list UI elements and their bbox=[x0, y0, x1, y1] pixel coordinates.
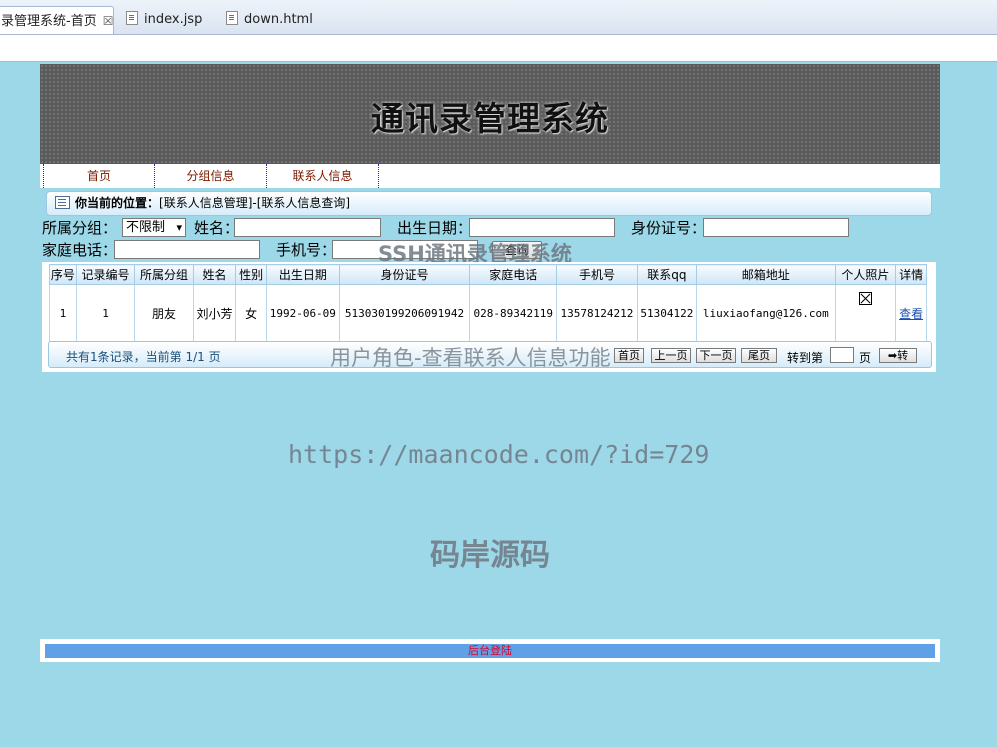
prev-page-button[interactable]: 上一页 bbox=[651, 348, 691, 363]
file-icon bbox=[226, 11, 238, 25]
col-header: 个人照片 bbox=[834, 264, 897, 285]
homephone-input[interactable] bbox=[114, 240, 260, 259]
cell-detail: 查看 bbox=[895, 284, 927, 342]
banner-title: 通讯录管理系统 bbox=[371, 99, 609, 138]
cell-photo bbox=[834, 284, 897, 342]
nav-item-groups[interactable]: 分组信息 bbox=[155, 164, 267, 188]
mobile-label: 手机号： bbox=[276, 241, 337, 259]
first-page-button[interactable]: 首页 bbox=[614, 348, 644, 363]
tab-home-label: 录管理系统-首页 bbox=[1, 14, 97, 29]
watermark-url: https://maancode.com/?id=729 bbox=[288, 440, 710, 469]
idcard-label: 身份证号： bbox=[631, 219, 707, 237]
cell-email: liuxiaofang@126.com bbox=[695, 284, 836, 342]
col-header: 姓名 bbox=[192, 264, 237, 285]
next-page-button[interactable]: 下一页 bbox=[696, 348, 736, 363]
group-select[interactable]: 不限制 ▾ bbox=[122, 218, 186, 237]
nav-item-home[interactable]: 首页 bbox=[43, 164, 155, 188]
tab-down-html[interactable]: down.html bbox=[220, 6, 319, 34]
name-input[interactable] bbox=[234, 218, 381, 237]
cell-mobile: 13578124212 bbox=[556, 284, 638, 342]
tab-home[interactable]: 录管理系统-首页 ☒ bbox=[0, 6, 114, 34]
chevron-down-icon: ▾ bbox=[176, 221, 182, 234]
watermark-subtitle: 用户角色-查看联系人信息功能 bbox=[330, 346, 611, 370]
tab-index-label: index.jsp bbox=[144, 12, 203, 27]
page-label: 页 bbox=[859, 351, 872, 365]
goto-page-input[interactable] bbox=[830, 347, 854, 363]
main-nav: 首页 分组信息 联系人信息 bbox=[40, 164, 940, 188]
goto-label: 转到第 bbox=[787, 351, 824, 365]
footer: 后台登陆 bbox=[40, 639, 940, 662]
list-icon bbox=[55, 196, 70, 209]
tab-down-label: down.html bbox=[244, 12, 313, 27]
search-row-1: 所属分组： 不限制 ▾ 姓名： 出生日期： 身份证号： bbox=[42, 217, 932, 239]
group-label: 所属分组： bbox=[42, 219, 118, 237]
cell-name: 刘小芳 bbox=[192, 284, 237, 342]
footer-bar: 后台登陆 bbox=[45, 644, 935, 658]
birth-label: 出生日期： bbox=[397, 219, 473, 237]
table-row: 1 1 朋友 刘小芳 女 1992-06-09 5130301992060919… bbox=[49, 284, 927, 342]
breadcrumb: 你当前的位置：[联系人信息管理]-[联系人信息查询] bbox=[46, 191, 932, 216]
view-detail-link[interactable]: 查看 bbox=[899, 307, 923, 321]
group-select-value: 不限制 bbox=[126, 220, 166, 235]
cell-idcard: 513030199206091942 bbox=[338, 284, 471, 342]
cell-gender: 女 bbox=[235, 284, 268, 342]
cell-group: 朋友 bbox=[134, 284, 194, 342]
col-header: 手机号 bbox=[556, 264, 638, 285]
col-header: 身份证号 bbox=[338, 264, 471, 285]
close-tab-icon[interactable]: ☒ bbox=[103, 14, 114, 28]
col-header: 邮箱地址 bbox=[695, 264, 836, 285]
breadcrumb-path: [联系人信息管理]-[联系人信息查询] bbox=[159, 196, 351, 210]
go-button[interactable]: ➡转 bbox=[879, 348, 917, 363]
nav-item-contacts[interactable]: 联系人信息 bbox=[267, 164, 379, 188]
col-header: 记录编号 bbox=[75, 264, 136, 285]
name-label: 姓名： bbox=[194, 219, 240, 237]
pagination-info: 共有1条记录，当前第 1/1 页 bbox=[66, 350, 221, 364]
cell-index: 1 bbox=[49, 284, 77, 342]
breadcrumb-prefix: 你当前的位置： bbox=[75, 196, 160, 210]
contacts-table: 序号 记录编号 所属分组 姓名 性别 出生日期 身份证号 家庭电话 手机号 联系… bbox=[49, 264, 927, 342]
editor-tab-bar: 录管理系统-首页 ☒ index.jsp down.html bbox=[0, 0, 997, 35]
col-header: 序号 bbox=[49, 264, 77, 285]
birth-input[interactable] bbox=[469, 218, 615, 237]
col-header: 出生日期 bbox=[266, 264, 340, 285]
idcard-input[interactable] bbox=[703, 218, 849, 237]
admin-login-link[interactable]: 后台登陆 bbox=[468, 644, 512, 657]
col-header: 性别 bbox=[235, 264, 268, 285]
col-header: 详情 bbox=[895, 264, 927, 285]
col-header: 联系qq bbox=[636, 264, 697, 285]
homephone-label: 家庭电话： bbox=[42, 241, 118, 259]
address-bar[interactable] bbox=[0, 35, 997, 62]
table-header-row: 序号 记录编号 所属分组 姓名 性别 出生日期 身份证号 家庭电话 手机号 联系… bbox=[49, 264, 927, 285]
cell-qq: 51304122 bbox=[636, 284, 697, 342]
tab-index-jsp[interactable]: index.jsp bbox=[120, 6, 208, 34]
last-page-button[interactable]: 尾页 bbox=[741, 348, 777, 363]
file-icon bbox=[126, 11, 138, 25]
cell-record-no: 1 bbox=[75, 284, 136, 342]
cell-homephone: 028-89342119 bbox=[469, 284, 558, 342]
broken-image-icon bbox=[858, 291, 872, 305]
col-header: 所属分组 bbox=[134, 264, 194, 285]
site-banner: 通讯录管理系统 bbox=[40, 64, 940, 164]
col-header: 家庭电话 bbox=[469, 264, 558, 285]
cell-birth: 1992-06-09 bbox=[266, 284, 340, 342]
watermark-brand: 码岸源码 bbox=[430, 538, 550, 573]
